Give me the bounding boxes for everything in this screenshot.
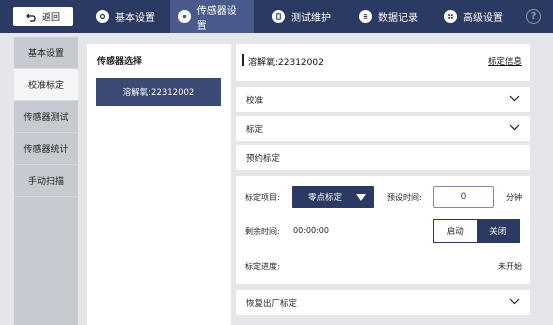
tab-data-records[interactable]: 数据记录 [351, 0, 426, 33]
remaining-time-label: 剩余时间: [245, 227, 280, 236]
preset-time-unit: 分钟 [506, 193, 522, 202]
back-button[interactable]: 返回 [13, 7, 73, 26]
tab-label: 基本设置 [115, 13, 155, 24]
nav-item-sensor-test[interactable]: 传感器测试 [14, 101, 78, 133]
start-stop-toggle: 启动 关闭 [433, 219, 520, 243]
title-marker [242, 54, 244, 66]
section-standardize[interactable]: 标定 [236, 116, 530, 141]
detail-header: 溶解氧:22312002 标定信息 [236, 44, 530, 81]
tab-label: 测试维护 [291, 13, 331, 24]
list-icon [359, 10, 372, 23]
nav-item-calibration[interactable]: 校准标定 [14, 69, 78, 101]
start-button[interactable]: 启动 [434, 220, 477, 242]
left-nav-filler [14, 197, 78, 325]
preset-time-label: 预设时间: [387, 193, 422, 202]
progress-status: 未开始 [498, 262, 522, 271]
sensor-list-panel: 传感器选择 溶解氧:22312002 [87, 44, 231, 325]
tab-label: 高级设置 [463, 13, 503, 24]
back-label: 返回 [41, 13, 60, 23]
stop-button[interactable]: 关闭 [476, 220, 519, 242]
document-icon [272, 10, 285, 23]
section-label: 标定 [246, 124, 264, 135]
tab-label: 传感器设置 [196, 5, 237, 32]
sensor-icon [178, 10, 191, 23]
remaining-time-value: 00:00:00 [293, 226, 329, 235]
sensor-list-item[interactable]: 溶解氧:22312002 [96, 78, 221, 106]
gear-icon [96, 10, 109, 23]
tab-basic-settings[interactable]: 基本设置 [88, 0, 163, 33]
sensor-list-title: 传感器选择 [97, 57, 143, 67]
chevron-down-icon [509, 298, 520, 308]
tab-advanced-settings[interactable]: 高级设置 [436, 0, 511, 33]
back-arrow-icon [26, 13, 36, 22]
tab-sensor-settings[interactable]: 传感器设置 [170, 0, 254, 33]
help-icon[interactable]: ? [526, 9, 541, 24]
section-scheduled[interactable]: 预约标定 [236, 145, 530, 170]
calibration-info-link[interactable]: 标定信息 [488, 55, 522, 67]
section-label: 校准 [246, 95, 264, 106]
nav-item-basic-settings[interactable]: 基本设置 [14, 37, 78, 69]
section-label: 预约标定 [246, 153, 281, 164]
preset-time-input[interactable] [433, 186, 494, 208]
section-calibrate[interactable]: 校准 [236, 87, 530, 112]
detail-title: 溶解氧:22312002 [248, 58, 324, 68]
tab-label: 数据记录 [378, 13, 418, 24]
calib-item-select[interactable]: 零点标定 [292, 186, 374, 208]
progress-label: 标定进度: [245, 262, 280, 271]
tab-test-maintenance[interactable]: 测试维护 [264, 0, 339, 33]
grid-icon [444, 10, 457, 23]
nav-item-manual-scan[interactable]: 手动扫描 [14, 165, 78, 197]
caret-down-icon [356, 193, 366, 201]
calibration-form: 标定项目: 零点标定 预设时间: 分钟 剩余时间: 00:00:00 启动 关闭… [236, 176, 530, 284]
chevron-down-icon [509, 95, 520, 105]
section-label: 恢复出厂标定 [246, 298, 298, 309]
top-bar: 返回 基本设置 传感器设置 测试维护 数据记录 高级设置 ? [0, 0, 553, 33]
section-restore-factory[interactable]: 恢复出厂标定 [236, 290, 530, 315]
left-nav: 基本设置 校准标定 传感器测试 传感器统计 手动扫描 [14, 37, 78, 197]
calib-item-label: 标定项目: [245, 193, 280, 202]
nav-item-sensor-stats[interactable]: 传感器统计 [14, 133, 78, 165]
calib-item-value: 零点标定 [308, 193, 343, 203]
chevron-down-icon [509, 124, 520, 134]
